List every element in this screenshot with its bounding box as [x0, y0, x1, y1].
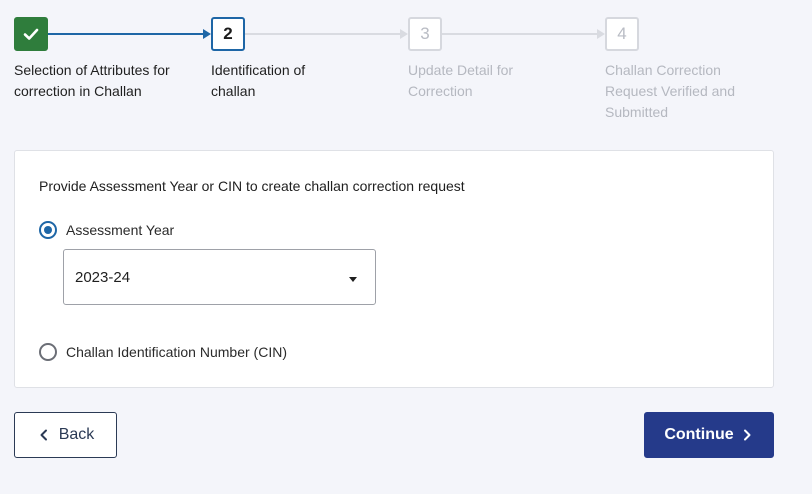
identification-card: Provide Assessment Year or CIN to create… — [14, 150, 774, 388]
chevron-right-icon — [743, 429, 751, 441]
step-label: Identification of challan — [211, 62, 306, 99]
radio-label: Assessment Year — [66, 222, 175, 238]
continue-button[interactable]: Continue — [644, 412, 774, 458]
cin-radio[interactable] — [39, 343, 57, 361]
step-number: 3 — [420, 24, 430, 43]
step-number: 4 — [617, 24, 627, 43]
step-1-completed — [14, 17, 48, 51]
step-label: Selection of Attributes for correction i… — [14, 62, 170, 99]
step-connector-1 — [48, 33, 203, 35]
back-label: Back — [58, 426, 95, 443]
arrow-right-icon — [400, 29, 408, 39]
cin-option[interactable]: Challan Identification Number (CIN) — [39, 343, 287, 361]
step-label: Update Detail for Correction — [408, 62, 514, 99]
caret-down-icon — [349, 277, 357, 282]
back-button[interactable]: Back — [14, 412, 117, 458]
radio-label: Challan Identification Number (CIN) — [66, 344, 287, 360]
chevron-left-icon — [40, 429, 47, 441]
assessment-year-option[interactable]: Assessment Year — [39, 221, 174, 239]
step-4-pending: 4 — [605, 17, 639, 51]
step-2-active: 2 — [211, 17, 245, 51]
challan-correction-page: 2 3 4 Selection of Attributes for correc… — [0, 0, 812, 494]
select-value: 2023-24 — [75, 268, 131, 286]
arrow-right-icon — [203, 29, 211, 39]
continue-label: Continue — [664, 426, 734, 443]
step-3-pending: 3 — [408, 17, 442, 51]
assessment-year-select[interactable]: 2023-24 — [63, 249, 376, 305]
step-label: Challan Correction Request Verified and … — [605, 62, 735, 120]
step-connector-3 — [442, 33, 597, 35]
arrow-right-icon — [597, 29, 605, 39]
step-connector-2 — [245, 33, 400, 35]
assessment-year-radio[interactable] — [39, 221, 57, 239]
step-number: 2 — [223, 24, 233, 43]
checkmark-icon — [23, 28, 39, 40]
form-prompt: Provide Assessment Year or CIN to create… — [39, 178, 465, 194]
